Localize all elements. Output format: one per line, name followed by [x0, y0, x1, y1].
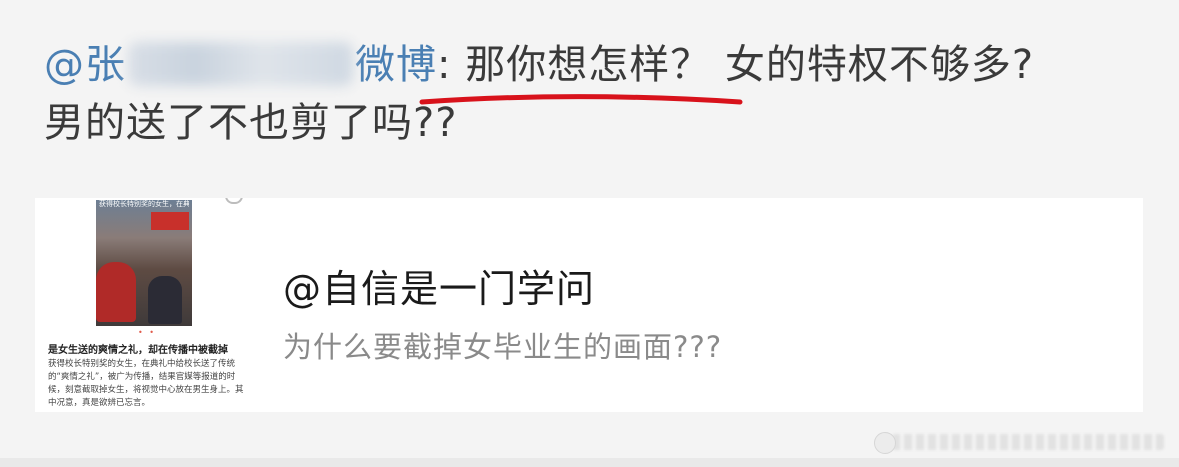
thumbnail-figure-2: [148, 276, 182, 324]
post-text-line2: 男的送了不也剪了吗??: [44, 100, 458, 146]
scrubber-knob-icon: [874, 432, 896, 454]
thumbnail-figure: [96, 262, 136, 322]
thumbnail-photo: 获得校长特别奖的女生，在典礼: [96, 200, 192, 326]
mention-suffix[interactable]: 微博: [355, 42, 437, 88]
card-title[interactable]: @自信是一门学问: [283, 258, 595, 313]
image-scrubber: [874, 430, 1164, 454]
thumbnail-body: 获得校长特别奖的女生，在典礼中给校长送了传统的“爽情之礼”，被广为传播，结果官媒…: [48, 359, 244, 408]
mention-prefix[interactable]: @张: [44, 42, 126, 88]
thumbnail-dots: • •: [138, 328, 156, 337]
thumbnail-photo-caption: 获得校长特别奖的女生，在典礼: [99, 200, 189, 208]
card-thumbnail[interactable]: 获得校长特别奖的女生，在典礼 • • 是女生送的爽情之礼，却在传播中被截掉 获得…: [35, 198, 250, 412]
card-subtitle: 为什么要截掉女毕业生的画面???: [283, 330, 723, 364]
shared-post-card[interactable]: 获得校长特别奖的女生，在典礼 • • 是女生送的爽情之礼，却在传播中被截掉 获得…: [35, 198, 1143, 412]
thumbnail-title: 是女生送的爽情之礼，却在传播中被截掉: [48, 345, 228, 356]
blurred-username: [128, 42, 353, 86]
post-text-line1: 那你想怎样？ 女的特权不够多?: [465, 42, 1035, 88]
thumbnail-banner: [151, 212, 189, 230]
bottom-divider: [0, 458, 1179, 467]
thumbnail-corner-icon: [225, 198, 243, 204]
user-mention[interactable]: @张 微博: [44, 42, 437, 88]
red-underline-annotation: [419, 94, 743, 105]
scrubber-bar: [892, 434, 1164, 450]
separator: :: [437, 42, 466, 88]
